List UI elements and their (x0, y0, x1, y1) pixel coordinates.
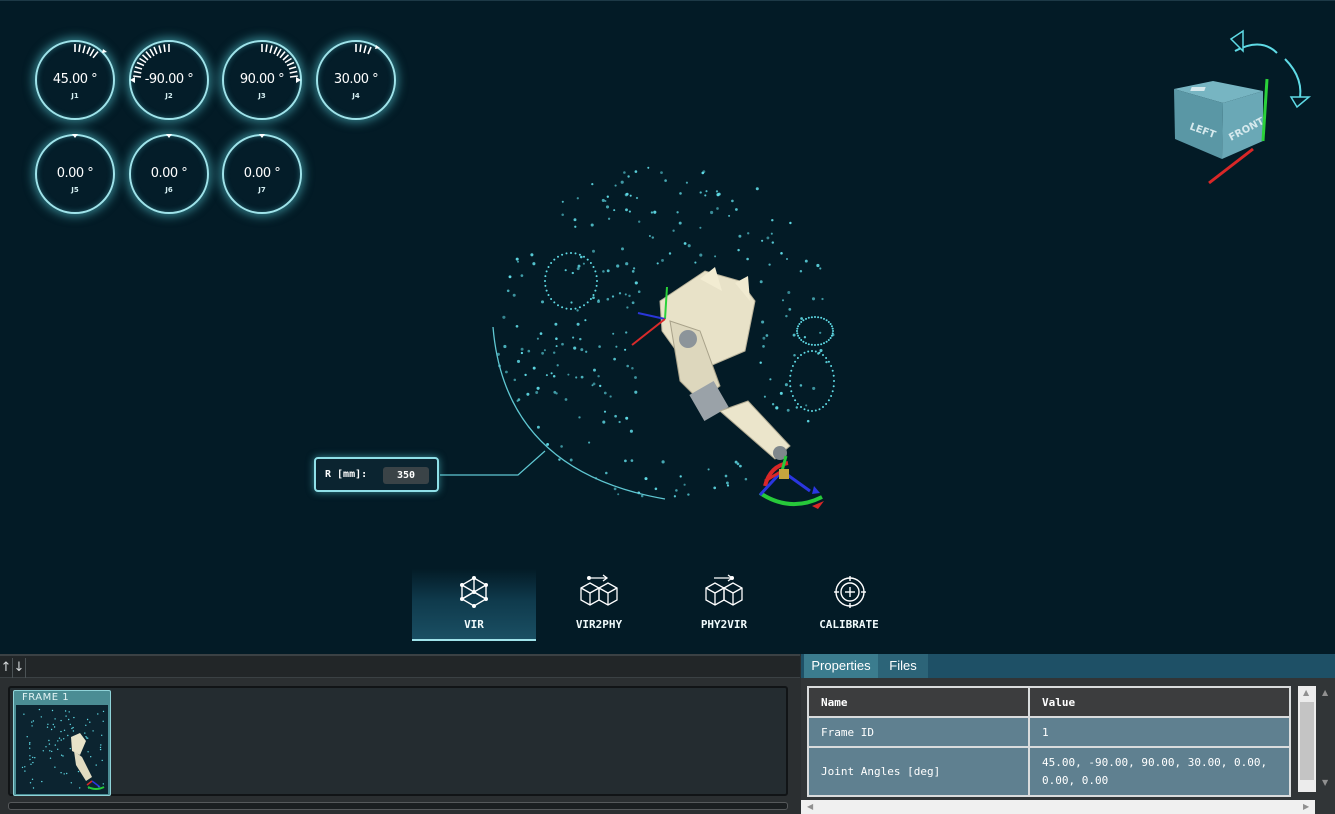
tab-properties[interactable]: Properties (804, 654, 878, 678)
cube-y-axis (1261, 78, 1269, 142)
mode-calibrate-button[interactable]: CALIBRATE (787, 569, 911, 641)
mode-label: PHY2VIR (700, 618, 748, 631)
radius-leader-line (440, 450, 546, 476)
mode-vir-button[interactable]: VIR (412, 569, 536, 641)
property-value: 45.00, -90.00, 90.00, 30.00, 0.00, 0.00,… (1028, 746, 1291, 797)
mode-label: CALIBRATE (819, 618, 879, 631)
bottom-panel: ↑ ↓ FRAME 1 Properties Files Name Value (0, 654, 1335, 814)
frame-timeline[interactable]: FRAME 1 (8, 686, 788, 796)
transform-gizmo[interactable] (758, 455, 824, 509)
radius-arc (492, 326, 666, 500)
radius-input[interactable] (383, 467, 429, 484)
properties-panel: Properties Files Name Value Frame ID 1 J… (801, 654, 1335, 814)
scroll-left-icon[interactable]: ◀ (807, 802, 813, 811)
timeline-toolbar: ↑ ↓ (0, 654, 800, 678)
properties-table: Name Value Frame ID 1 Joint Angles [deg]… (807, 686, 1291, 797)
calibrate-target-icon (834, 576, 866, 608)
table-row[interactable]: Joint Angles [deg] 45.00, -90.00, 90.00,… (807, 746, 1291, 797)
tab-files[interactable]: Files (878, 654, 928, 678)
mode-label: VIR (464, 618, 484, 631)
frame-thumbnail (16, 705, 108, 794)
vir-to-phy-icon (580, 574, 618, 606)
properties-tab-bar: Properties Files (801, 654, 1335, 678)
move-up-button[interactable]: ↑ (0, 658, 13, 678)
scroll-up-icon[interactable]: ▲ (1322, 688, 1328, 697)
property-name: Joint Angles [deg] (807, 746, 1030, 797)
radius-control: R [mm]: (314, 457, 439, 492)
mode-phy2vir-button[interactable]: PHY2VIR (662, 569, 786, 641)
mode-label: VIR2PHY (575, 618, 623, 631)
scroll-up-icon[interactable]: ▲ (1303, 688, 1309, 697)
properties-vertical-scrollbar[interactable]: ▲ ▲ ▼ (1298, 686, 1334, 802)
cube-network-icon (460, 576, 488, 608)
table-row[interactable]: Frame ID 1 (807, 716, 1291, 748)
column-header-value: Value (1028, 686, 1291, 718)
column-header-name: Name (807, 686, 1030, 718)
phy-to-vir-icon (705, 574, 743, 606)
cube-face-top[interactable] (1190, 87, 1206, 91)
property-value: 1 (1028, 716, 1291, 748)
properties-horizontal-scrollbar[interactable]: ◀ ▶ (801, 800, 1315, 814)
timeline-scrollbar[interactable] (8, 802, 788, 810)
move-down-button[interactable]: ↓ (13, 658, 26, 678)
mode-vir2phy-button[interactable]: VIR2PHY (537, 569, 661, 641)
robot-arm[interactable] (659, 267, 791, 460)
view-cube[interactable]: LEFT FRONT (1165, 23, 1315, 193)
frame-title: FRAME 1 (22, 692, 70, 703)
frame-card[interactable]: FRAME 1 (13, 690, 111, 796)
x-axis-indicator (631, 318, 666, 346)
scroll-right-icon[interactable]: ▶ (1303, 802, 1309, 811)
scroll-down-icon[interactable]: ▼ (1322, 778, 1328, 787)
3d-viewport[interactable]: 45.00 ° J1 -90.00 ° J2 90.00 ° J3 30.00 … (0, 0, 1335, 655)
property-name: Frame ID (807, 716, 1030, 748)
radius-label: R [mm]: (325, 469, 368, 480)
robot-workspace-scene[interactable] (0, 1, 1335, 561)
